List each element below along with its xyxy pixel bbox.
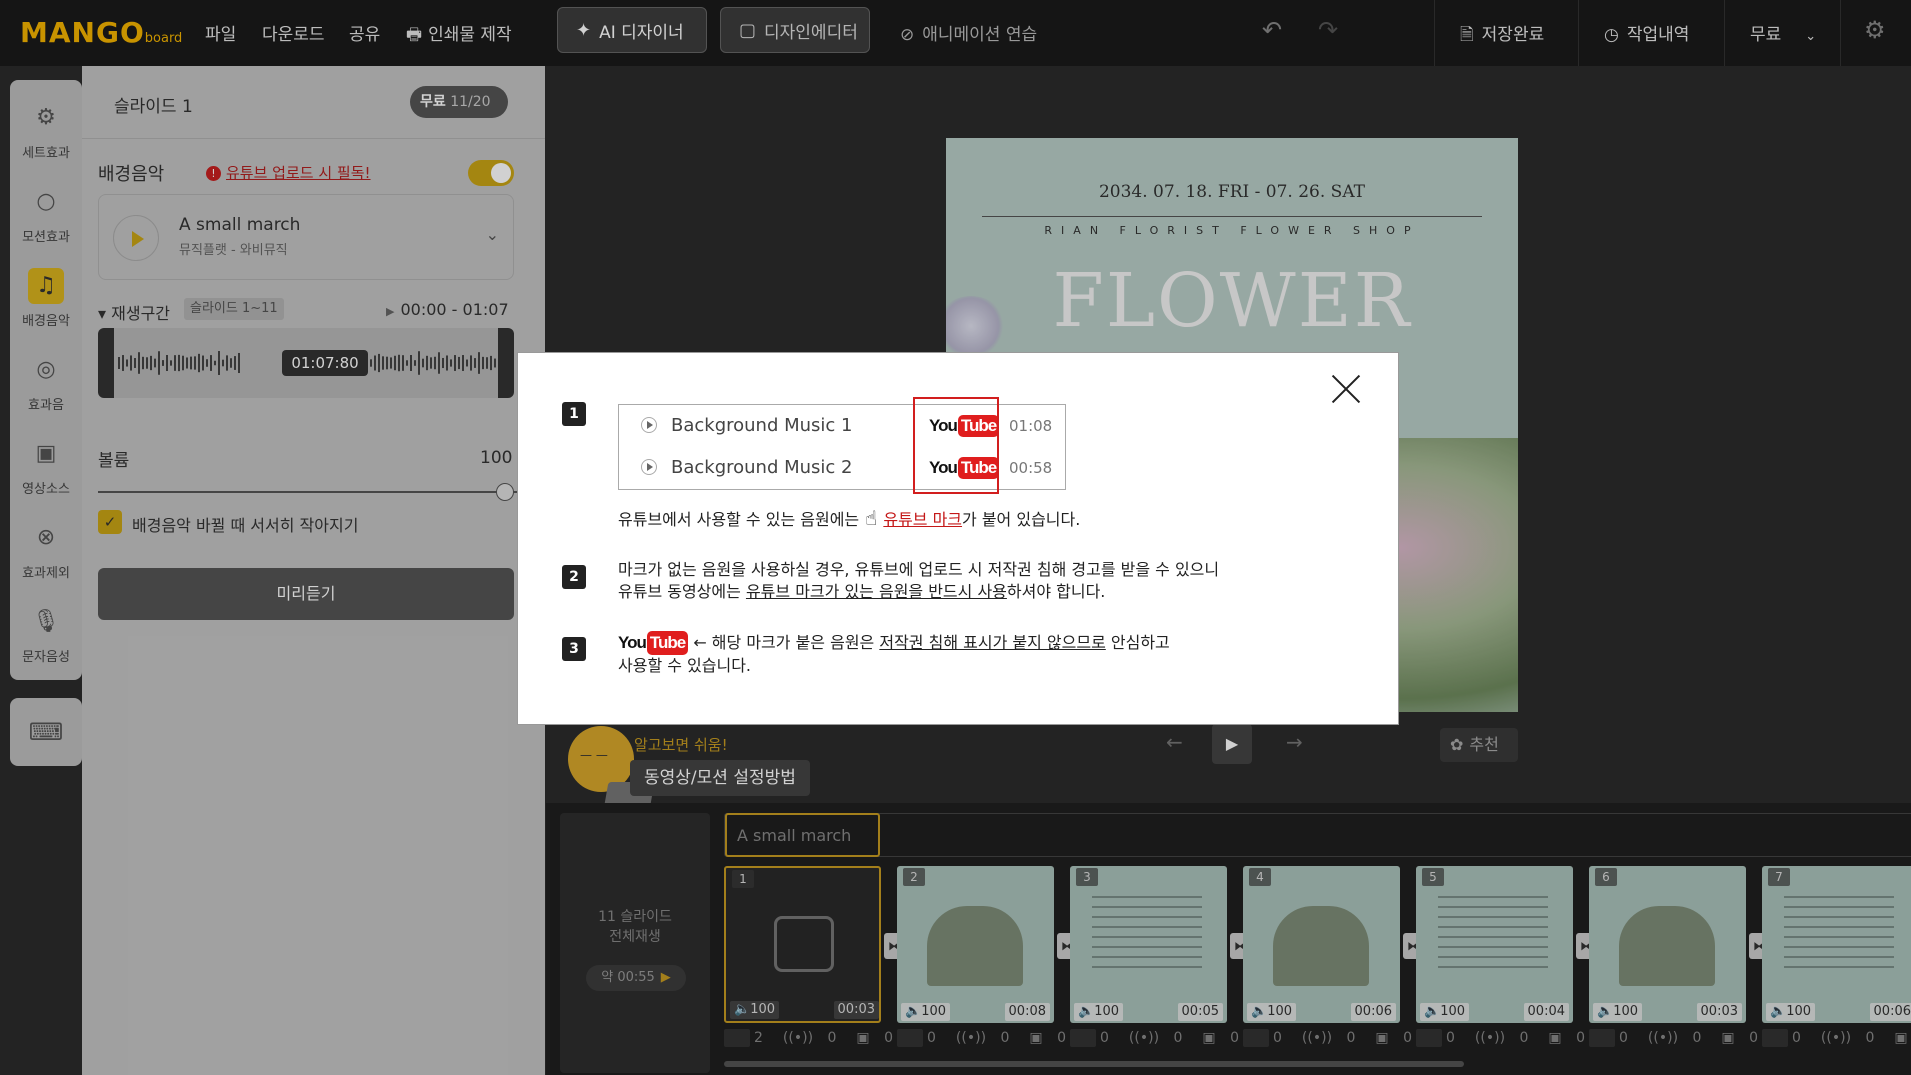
step3-line2: 사용할 수 있습니다. bbox=[618, 656, 752, 675]
sample-time: 00:58 bbox=[1009, 459, 1053, 477]
step2-text-b: 유튜브 동영상에는 bbox=[618, 582, 741, 601]
step2-underline: 유튜브 마크가 있는 음원을 반드시 사용 bbox=[745, 582, 1007, 601]
step1-text: 유튜브에서 사용할 수 있는 음원에는 ☝ 유튜브 마크가 붙어 있습니다. bbox=[618, 507, 1080, 531]
step2-line1: 마크가 없는 음원을 사용하실 경우, 유튜브에 업로드 시 저작권 침해 경고… bbox=[618, 560, 1220, 579]
yt-you: You bbox=[618, 633, 647, 652]
list-item: Background Music 2 You Tube 00:58 bbox=[619, 447, 1067, 489]
sample-time: 01:08 bbox=[1009, 417, 1053, 435]
step3-underline: 저작권 침해 표시가 붙지 않으므로 bbox=[879, 633, 1106, 652]
step-number: 2 bbox=[562, 565, 586, 589]
step2-text-c: 하셔야 합니다. bbox=[1006, 582, 1106, 601]
play-icon bbox=[641, 417, 657, 433]
close-icon[interactable] bbox=[1330, 373, 1362, 405]
step-number: 1 bbox=[562, 402, 586, 426]
youtube-mark-link[interactable]: 유튜브 마크 bbox=[883, 510, 962, 529]
step1-text-a: 유튜브에서 사용할 수 있는 음원에는 bbox=[618, 510, 860, 529]
sample-name: Background Music 1 bbox=[671, 415, 853, 436]
step2-line2: 유튜브 동영상에는 유튜브 마크가 있는 음원을 반드시 사용하셔야 합니다. bbox=[618, 581, 1105, 603]
play-icon bbox=[641, 459, 657, 475]
step3-text-a: ← 해당 마크가 붙은 음원은 bbox=[693, 633, 875, 652]
list-item: Background Music 1 You Tube 01:08 bbox=[619, 405, 1067, 447]
step3-line1: You Tube ← 해당 마크가 붙은 음원은 저작권 침해 표시가 붙지 않으… bbox=[618, 631, 1170, 655]
yt-tube: Tube bbox=[646, 631, 689, 655]
sample-name: Background Music 2 bbox=[671, 457, 853, 478]
step1-text-b: 가 붙어 있습니다. bbox=[962, 510, 1081, 529]
step3-text-b: 안심하고 bbox=[1110, 633, 1170, 652]
step-number: 3 bbox=[562, 637, 586, 661]
youtube-mark-highlight bbox=[913, 397, 999, 494]
pointing-hand-icon: ☝ bbox=[865, 506, 878, 530]
youtube-logo-icon: You Tube bbox=[618, 631, 689, 655]
